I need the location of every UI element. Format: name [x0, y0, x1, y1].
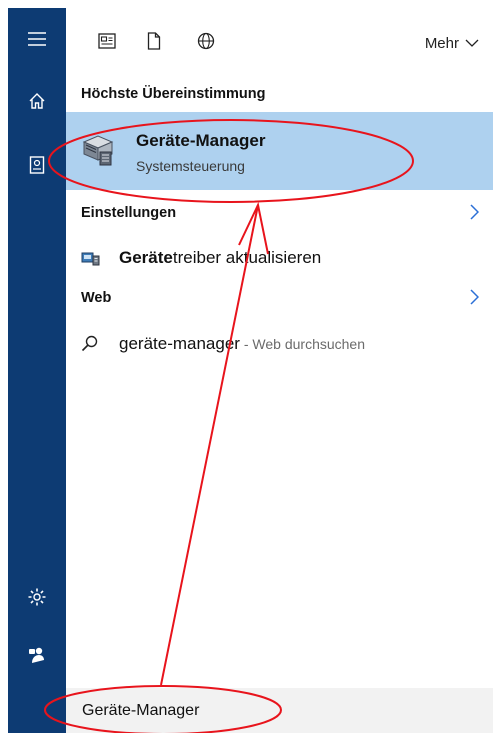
search-input[interactable] — [82, 698, 462, 724]
settings-gear-icon — [27, 587, 47, 607]
app-list-icon — [98, 32, 116, 54]
settings-expand-chevron-icon[interactable] — [470, 204, 480, 225]
best-match-result[interactable]: Geräte-Manager Systemsteuerung — [66, 112, 493, 190]
web-heading: Web — [81, 290, 112, 306]
best-match-title: Geräte-Manager — [136, 131, 266, 150]
feedback-icon — [27, 645, 47, 665]
filter-toolbar: Mehr — [66, 8, 493, 76]
documents-filter-button[interactable] — [143, 31, 165, 55]
search-icon — [81, 335, 98, 357]
notebook-icon — [29, 156, 45, 174]
globe-icon — [197, 32, 215, 55]
web-result-suffix: - Web durchsuchen — [239, 336, 365, 352]
search-box[interactable] — [66, 688, 493, 733]
apps-filter-button[interactable] — [96, 32, 118, 54]
settings-heading: Einstellungen — [81, 205, 177, 221]
document-icon — [147, 31, 161, 55]
feedback-button[interactable] — [8, 632, 66, 678]
driver-settings-icon — [81, 249, 101, 271]
web-result-label: geräte-manager - Web durchsuchen — [119, 334, 365, 354]
more-label: Mehr — [424, 35, 459, 52]
cortana-search-window: Mehr Höchste Übereinstimmung Geräte-Mana… — [0, 0, 493, 733]
settings-result-rest: treiber aktualisieren — [172, 248, 322, 267]
chevron-down-icon — [465, 35, 479, 52]
best-match-heading: Höchste Übereinstimmung — [81, 86, 266, 102]
settings-result-label: Gerätetreiber aktualisieren — [119, 248, 321, 268]
settings-button[interactable] — [8, 574, 66, 620]
settings-result-match: Geräte — [119, 248, 173, 267]
web-filter-button[interactable] — [195, 32, 217, 54]
notebook-button[interactable] — [8, 142, 66, 188]
menu-icon — [28, 32, 46, 46]
home-button[interactable] — [8, 78, 66, 124]
web-result-query: geräte-manager — [119, 334, 240, 353]
home-icon — [28, 92, 46, 110]
more-filters-button[interactable]: Mehr — [425, 35, 479, 52]
settings-result-row[interactable]: Gerätetreiber aktualisieren — [66, 240, 493, 274]
best-match-subtitle: Systemsteuerung — [136, 158, 245, 174]
web-expand-chevron-icon[interactable] — [470, 289, 480, 310]
web-result-row[interactable]: geräte-manager - Web durchsuchen — [66, 326, 493, 360]
menu-button[interactable] — [8, 16, 66, 62]
device-manager-icon — [82, 132, 114, 168]
results-panel: Mehr Höchste Übereinstimmung Geräte-Mana… — [66, 8, 493, 733]
left-nav-rail — [8, 8, 66, 733]
